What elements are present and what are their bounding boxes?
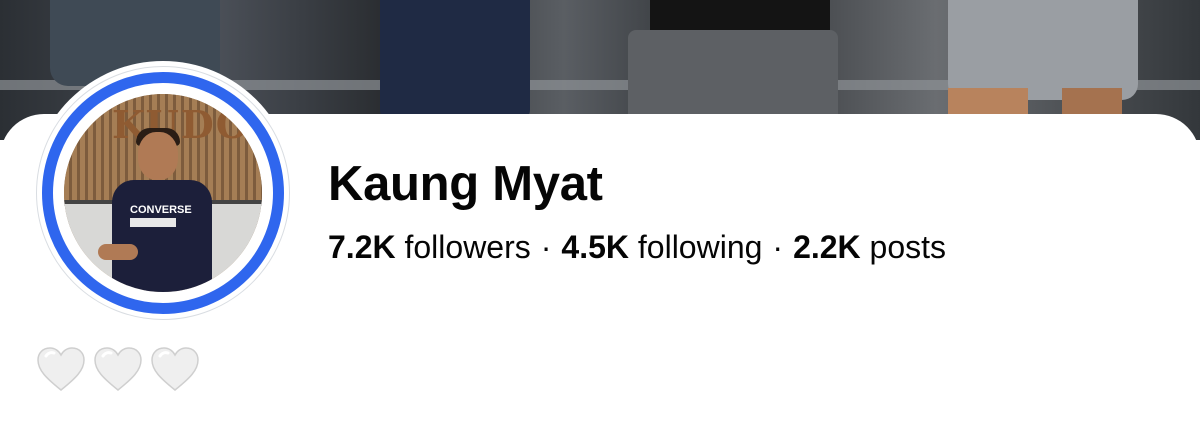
stats-separator: · xyxy=(772,229,784,265)
white-heart-icon xyxy=(93,346,143,392)
cover-figure-4-shorts xyxy=(948,0,1138,100)
posts-count: 2.2K xyxy=(793,229,861,265)
followers-count: 7.2K xyxy=(328,229,396,265)
white-heart-icon xyxy=(36,346,86,392)
avatar-shirt-patch xyxy=(130,218,176,227)
following-count: 4.5K xyxy=(561,229,629,265)
profile-name: Kaung Myat xyxy=(328,157,603,211)
profile-stats: 7.2K followers · 4.5K following · 2.2K posts xyxy=(328,229,946,266)
avatar-sign-text: KUDO xyxy=(112,102,251,147)
avatar[interactable]: KUDO CONVERSE xyxy=(64,94,262,292)
cover-figure-2 xyxy=(380,0,530,120)
following-stat[interactable]: 4.5K following xyxy=(561,229,762,265)
followers-stat[interactable]: 7.2K followers xyxy=(328,229,531,265)
posts-label: posts xyxy=(869,229,947,265)
following-label: following xyxy=(637,229,763,265)
white-heart-icon xyxy=(150,346,200,392)
avatar-arm xyxy=(98,244,138,260)
posts-stat[interactable]: 2.2K posts xyxy=(793,229,946,265)
stats-separator: · xyxy=(540,229,552,265)
avatar-shirt xyxy=(112,180,212,292)
avatar-shirt-text: CONVERSE xyxy=(130,204,192,216)
avatar-head xyxy=(138,132,178,180)
followers-label: followers xyxy=(404,229,531,265)
